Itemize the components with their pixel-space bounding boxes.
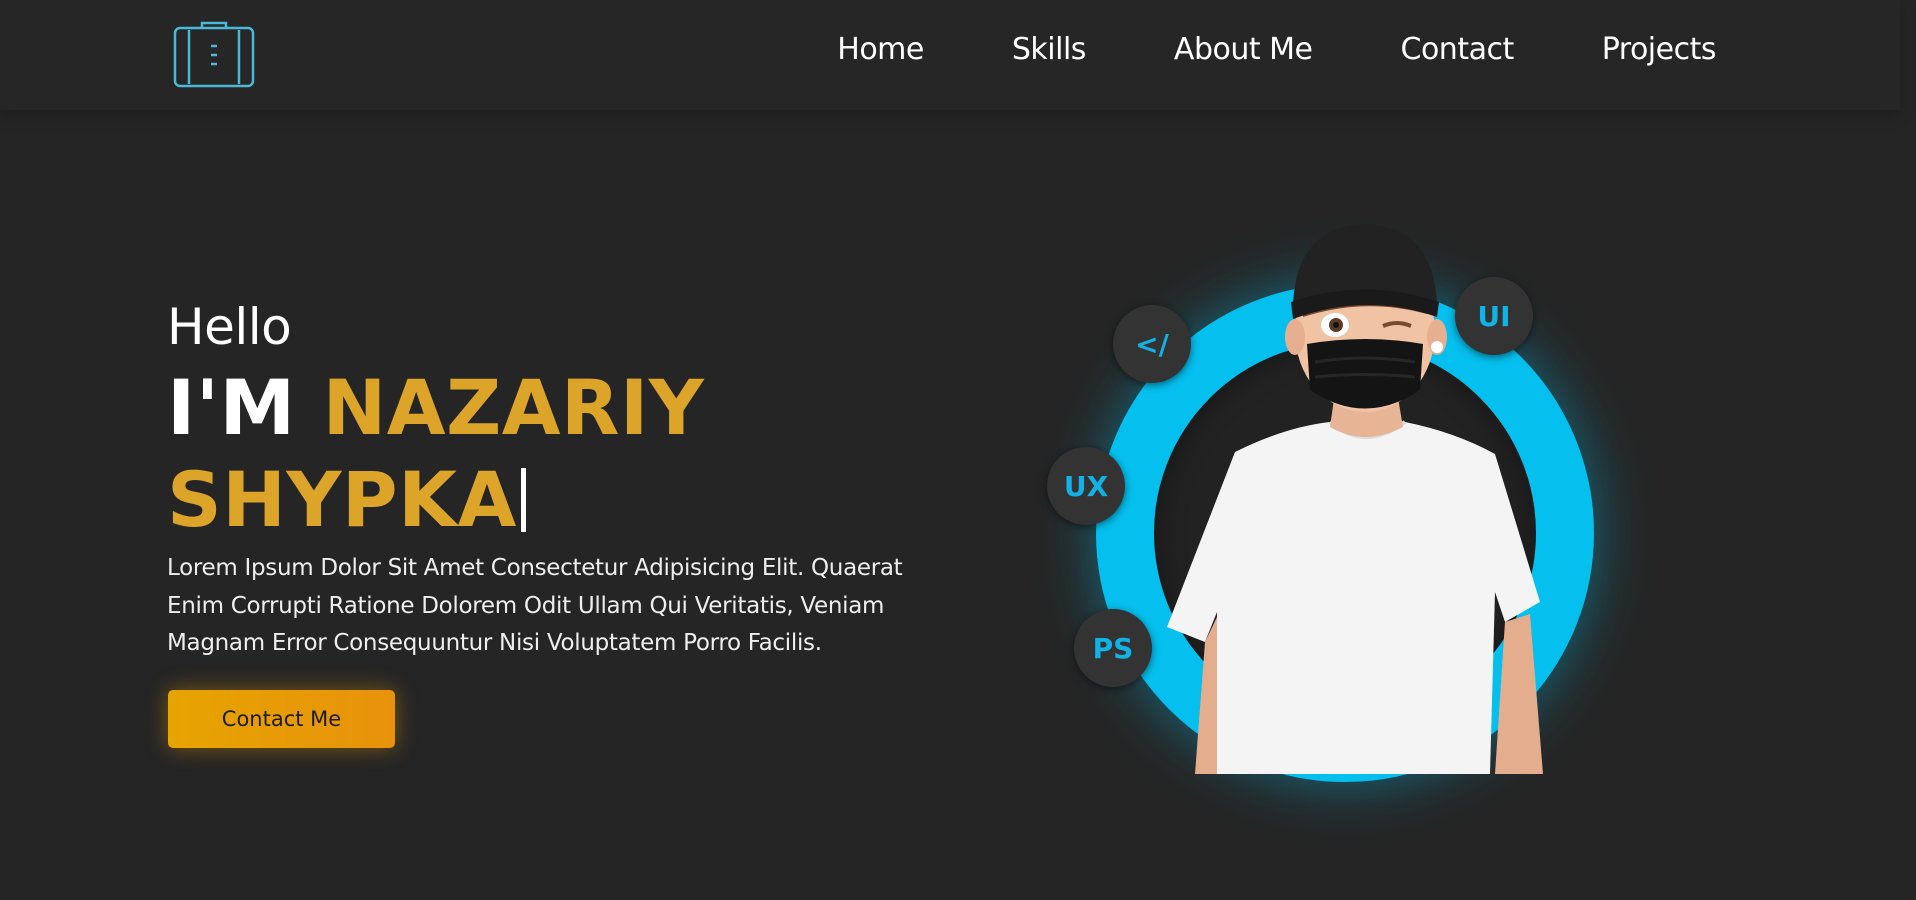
site-header: Home Skills About Me Contact Projects	[0, 0, 1900, 110]
headline-intro: I'M	[167, 363, 296, 452]
nav-projects[interactable]: Projects	[1602, 32, 1717, 67]
ui-badge: UI	[1455, 277, 1533, 355]
ps-badge: PS	[1074, 609, 1152, 687]
typing-cursor	[520, 468, 526, 532]
hero-description: Lorem Ipsum Dolor Sit Amet Consectetur A…	[167, 555, 903, 656]
ux-badge: UX	[1047, 447, 1125, 525]
contact-me-button[interactable]: Contact Me	[168, 690, 395, 748]
headline-name-last: SHYPKA	[167, 455, 517, 544]
nav-about-me[interactable]: About Me	[1174, 32, 1313, 67]
hero-illustration: </ UI UX PS	[1020, 200, 1640, 830]
portfolio-page: Home Skills About Me Contact Projects He…	[0, 0, 1916, 900]
nav-home[interactable]: Home	[837, 32, 924, 67]
nav-contact[interactable]: Contact	[1401, 32, 1515, 67]
code-badge: </	[1113, 305, 1191, 383]
hero-headline: I'M NAZARIY SHYPKA	[167, 362, 887, 546]
headline-name-first: NAZARIY	[322, 363, 705, 452]
nav-skills[interactable]: Skills	[1012, 32, 1087, 67]
greeting: Hello	[167, 298, 292, 356]
main-nav: Home Skills About Me Contact Projects	[749, 32, 1716, 67]
briefcase-icon[interactable]	[172, 20, 256, 88]
